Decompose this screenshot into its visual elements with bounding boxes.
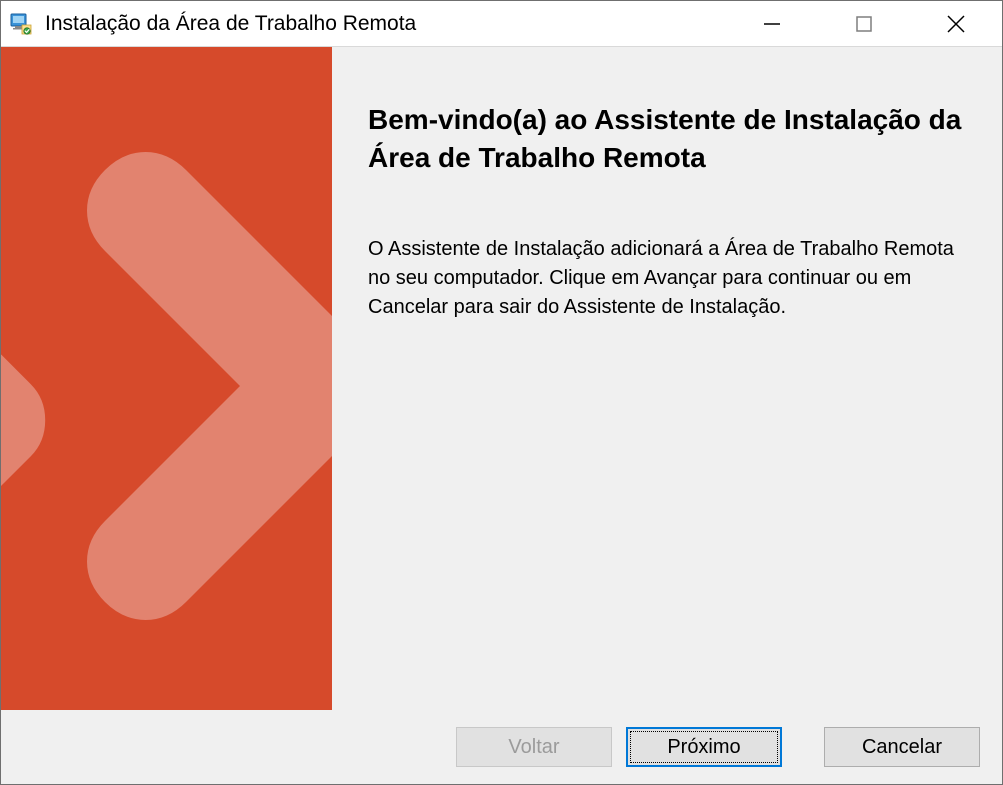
close-button[interactable]	[910, 1, 1002, 46]
next-button[interactable]: Próximo	[626, 727, 782, 767]
wizard-heading: Bem-vindo(a) ao Assistente de Instalação…	[368, 101, 966, 177]
window-title: Instalação da Área de Trabalho Remota	[45, 12, 726, 36]
content-area: Bem-vindo(a) ao Assistente de Instalação…	[1, 47, 1002, 710]
installer-icon	[9, 12, 33, 36]
window-controls	[726, 1, 1002, 46]
minimize-button[interactable]	[726, 1, 818, 46]
main-panel: Bem-vindo(a) ao Assistente de Instalação…	[332, 47, 1002, 710]
back-button: Voltar	[456, 727, 612, 767]
cancel-button[interactable]: Cancelar	[824, 727, 980, 767]
titlebar: Instalação da Área de Trabalho Remota	[1, 1, 1002, 47]
wizard-banner	[1, 47, 332, 710]
installer-window: Instalação da Área de Trabalho Remota	[0, 0, 1003, 785]
maximize-button[interactable]	[818, 1, 910, 46]
button-bar: Voltar Próximo Cancelar	[1, 710, 1002, 784]
wizard-body-text: O Assistente de Instalação adicionará a …	[368, 235, 966, 322]
